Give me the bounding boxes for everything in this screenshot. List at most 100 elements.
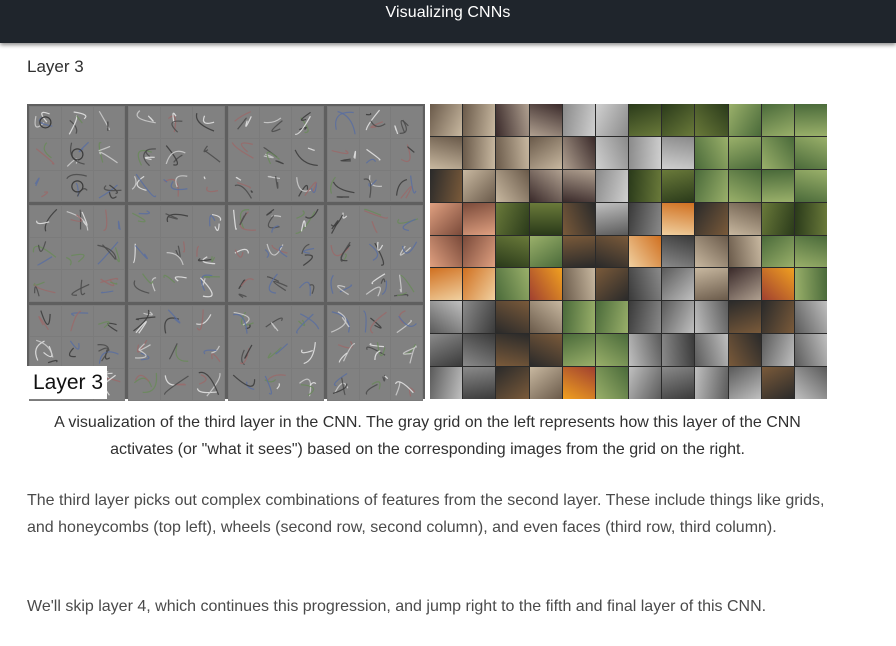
page-title: Visualizing CNNs [385, 4, 511, 21]
feature-cell [30, 305, 61, 337]
image-patch [662, 367, 695, 399]
image-patch [695, 301, 728, 334]
image-patch [662, 301, 695, 334]
feature-cell [192, 107, 224, 138]
feature-cell [61, 107, 93, 138]
image-patch [496, 235, 529, 268]
image-patch [761, 136, 794, 169]
feature-cell [228, 138, 260, 170]
image-patch [728, 301, 761, 334]
image-patch [562, 367, 595, 399]
feature-cell [30, 107, 61, 138]
image-patch [794, 268, 827, 301]
feature-cell [161, 269, 192, 301]
image-patch [595, 334, 628, 367]
image-patch [430, 367, 463, 399]
image-patch [629, 301, 662, 334]
feature-cell [161, 238, 192, 269]
layer-overlay-label: Layer 3 [27, 366, 107, 399]
feature-cell [292, 170, 323, 202]
image-patch [728, 136, 761, 169]
feature-cell [359, 206, 391, 237]
feature-block [227, 205, 324, 302]
feature-cell [30, 206, 61, 237]
body-paragraph: We'll skip layer 4, which continues this… [27, 598, 767, 615]
top-bar: Visualizing CNNs [0, 0, 896, 43]
image-patch [430, 202, 463, 235]
image-patch [529, 301, 562, 334]
feature-block [128, 304, 225, 401]
feature-cell [93, 206, 125, 237]
feature-cell [228, 337, 260, 368]
feature-cell [292, 305, 323, 337]
image-patch [496, 169, 529, 202]
image-patch [430, 268, 463, 301]
image-patch [595, 202, 628, 235]
image-patch [794, 136, 827, 169]
feature-cell [228, 238, 260, 269]
feature-cell [292, 107, 323, 138]
feature-cell [391, 107, 422, 138]
feature-cell [260, 206, 291, 237]
feature-block [128, 106, 225, 203]
image-patch [662, 334, 695, 367]
image-patch [529, 169, 562, 202]
feature-cell [327, 269, 359, 301]
feature-cell [61, 269, 93, 301]
feature-cell [391, 269, 422, 301]
image-patch [695, 334, 728, 367]
feature-cell [129, 305, 160, 337]
feature-cell [192, 238, 224, 269]
feature-cell [192, 337, 224, 368]
image-patch [629, 104, 662, 136]
image-patch [695, 235, 728, 268]
feature-cell [30, 138, 61, 170]
feature-cell [161, 170, 192, 202]
image-patch [794, 301, 827, 334]
feature-cell [161, 337, 192, 368]
image-patch [662, 202, 695, 235]
feature-block [29, 106, 126, 203]
feature-cell [260, 138, 291, 170]
feature-cell [292, 369, 323, 400]
image-patch [463, 169, 496, 202]
image-patch [463, 136, 496, 169]
image-patch [463, 301, 496, 334]
image-patch [761, 367, 794, 399]
image-patch [562, 169, 595, 202]
feature-cell [192, 369, 224, 400]
image-patch [761, 301, 794, 334]
feature-cell [93, 337, 125, 368]
feature-block [227, 304, 324, 401]
image-patch [761, 202, 794, 235]
body-paragraph: The third layer picks out complex combin… [27, 492, 825, 536]
feature-cell [129, 269, 160, 301]
feature-cell [129, 107, 160, 138]
feature-cell [228, 107, 260, 138]
feature-block [326, 205, 423, 302]
feature-cell [61, 337, 93, 368]
image-patch [728, 334, 761, 367]
image-patch [496, 367, 529, 399]
image-patch [595, 367, 628, 399]
image-patch [529, 202, 562, 235]
feature-cell [30, 337, 61, 368]
image-patch [562, 235, 595, 268]
feature-cell [192, 170, 224, 202]
feature-cell [30, 238, 61, 269]
feature-cell [260, 170, 291, 202]
image-patch [794, 367, 827, 399]
image-patch [794, 334, 827, 367]
feature-cell [359, 369, 391, 400]
image-patch [761, 104, 794, 136]
image-patch [562, 136, 595, 169]
feature-cell [93, 269, 125, 301]
feature-cell [359, 238, 391, 269]
image-patch [496, 301, 529, 334]
image-patch [529, 235, 562, 268]
feature-cell [61, 138, 93, 170]
feature-cell [161, 206, 192, 237]
image-patch [794, 235, 827, 268]
section-heading: Layer 3 [27, 57, 84, 76]
image-patch [562, 334, 595, 367]
